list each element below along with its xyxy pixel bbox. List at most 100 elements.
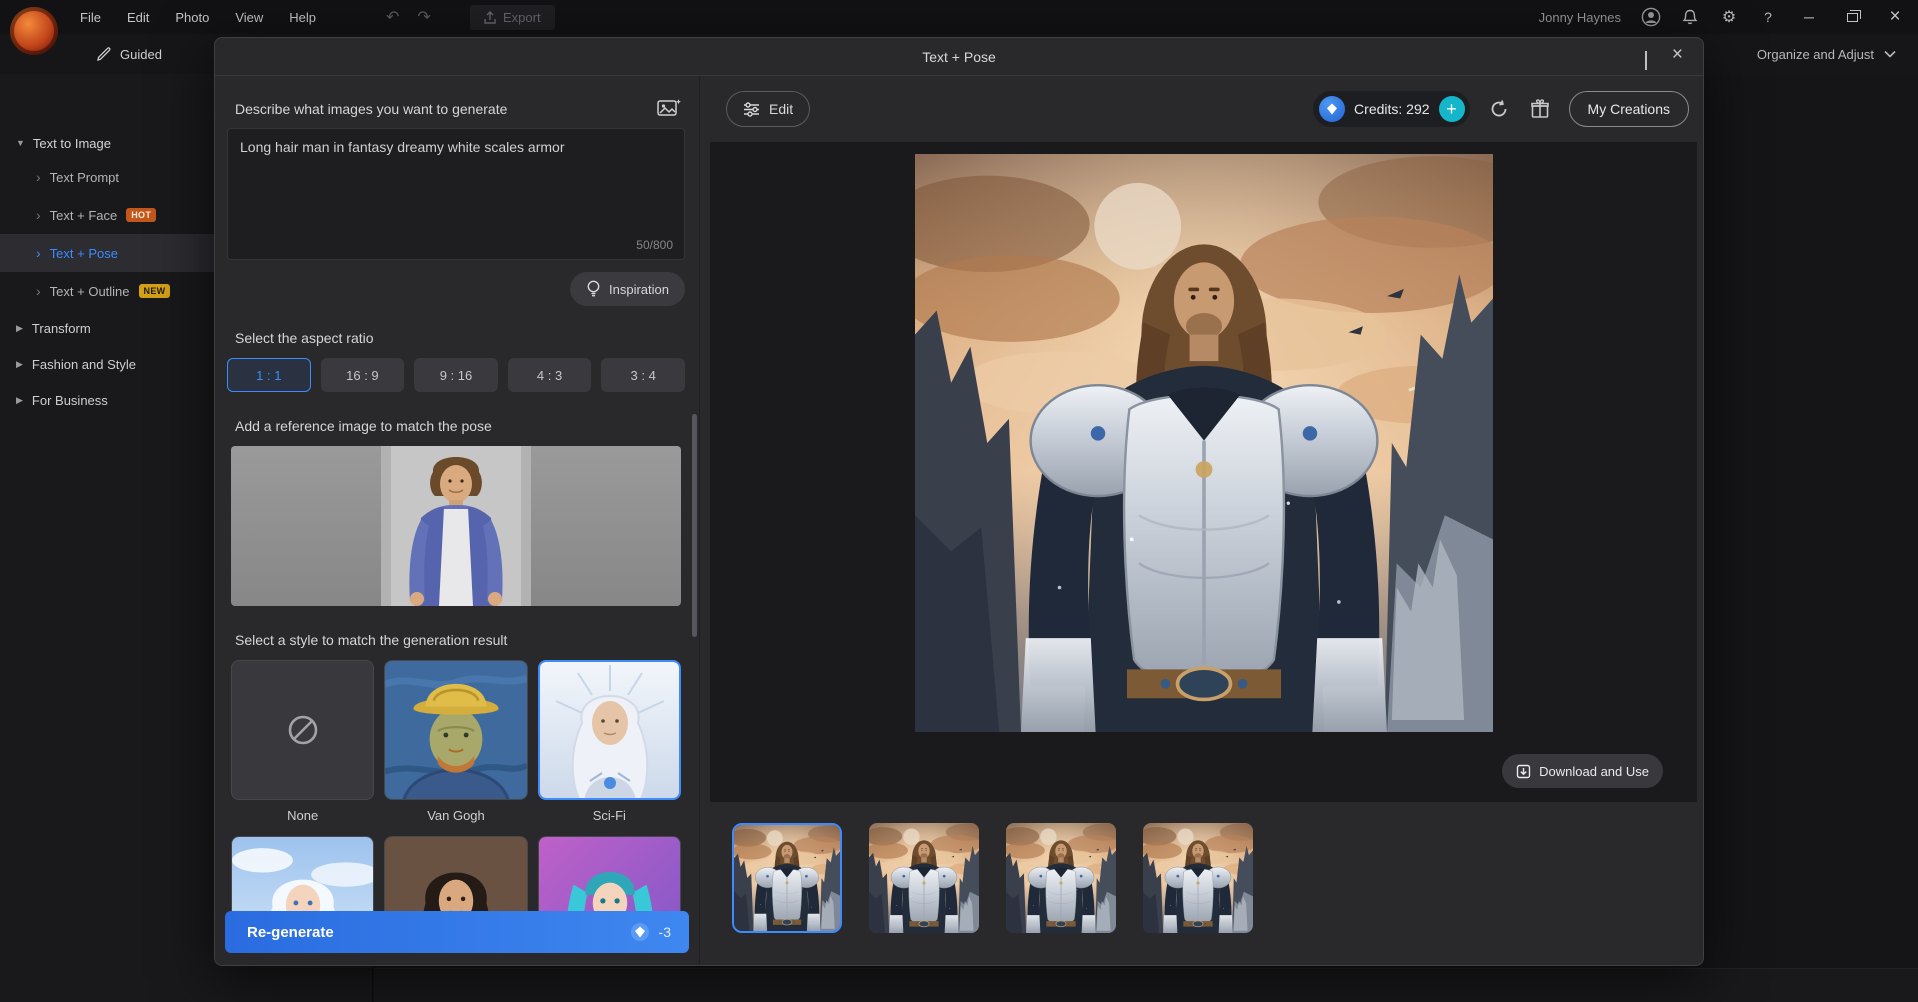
guided-mode-button[interactable]: Guided	[96, 34, 162, 74]
aspect-ratio-group: 1 : 1 16 : 9 9 : 16 4 : 3 3 : 4	[227, 358, 685, 392]
aspect-16-9-button[interactable]: 16 : 9	[321, 358, 405, 392]
export-icon	[484, 11, 496, 24]
help-icon[interactable]: ?	[1757, 6, 1779, 28]
guided-pen-icon	[96, 46, 112, 62]
style-name: None	[231, 808, 374, 823]
prompt-input[interactable]: Long hair man in fantasy dreamy white sc…	[227, 128, 685, 260]
maximize-icon	[1645, 51, 1647, 70]
menu-bar: File Edit Photo View Help	[80, 0, 316, 34]
chevron-right-icon: ›	[36, 207, 41, 223]
my-creations-button[interactable]: My Creations	[1569, 91, 1689, 127]
sci-fi-thumbnail	[540, 662, 679, 798]
gift-icon[interactable]	[1528, 97, 1552, 121]
dialog-titlebar[interactable]: Text + Pose	[215, 38, 1703, 76]
menu-view[interactable]: View	[235, 10, 263, 25]
style-card-van-gogh[interactable]: Van Gogh	[384, 660, 527, 823]
thumbnail-4[interactable]	[1143, 823, 1253, 933]
redo-icon[interactable]: ↷	[417, 7, 430, 27]
export-button[interactable]: Export	[470, 5, 555, 30]
prompt-input-wrapper: Long hair man in fantasy dreamy white sc…	[227, 128, 685, 260]
van-gogh-thumbnail	[385, 661, 526, 799]
download-and-use-button[interactable]: Download and Use	[1502, 754, 1663, 788]
thumbnail-3[interactable]	[1006, 823, 1116, 933]
guided-label: Guided	[120, 47, 162, 62]
aspect-9-16-button[interactable]: 9 : 16	[414, 358, 498, 392]
aspect-3-4-button[interactable]: 3 : 4	[601, 358, 685, 392]
sidebar-root-label: Text to Image	[33, 136, 111, 151]
edit-button[interactable]: Edit	[726, 91, 810, 127]
none-icon	[283, 710, 323, 750]
my-creations-label: My Creations	[1588, 101, 1670, 117]
sidebar-section-label: For Business	[32, 393, 108, 408]
dialog-maximize-button[interactable]	[1645, 52, 1647, 70]
pose-reference-image[interactable]	[231, 446, 681, 606]
regenerate-label: Re-generate	[247, 924, 334, 941]
sidebar-item-label: Text + Face	[50, 208, 118, 223]
collapsed-icon: ▶	[16, 323, 23, 334]
prompt-label: Describe what images you want to generat…	[235, 101, 507, 117]
sidebar-item-label: Text Prompt	[50, 170, 119, 185]
thumbnail-1[interactable]	[732, 823, 842, 933]
add-image-icon[interactable]	[657, 98, 681, 119]
download-label: Download and Use	[1539, 764, 1649, 779]
menu-edit[interactable]: Edit	[127, 10, 149, 25]
notifications-bell-icon[interactable]	[1679, 6, 1701, 28]
hot-badge: HOT	[126, 208, 156, 222]
settings-gear-icon[interactable]: ⚙	[1718, 6, 1740, 28]
new-badge: NEW	[139, 284, 171, 298]
inspiration-button[interactable]: Inspiration	[570, 272, 685, 306]
sidebar-item-label: Text + Pose	[50, 246, 118, 261]
style-card-row: None Van Gogh Sci-Fi	[231, 660, 681, 823]
inspiration-bulb-icon	[586, 280, 601, 298]
panel-scrollbar[interactable]	[692, 414, 697, 637]
organize-label: Organize and Adjust	[1757, 47, 1874, 62]
app-logo	[10, 7, 58, 55]
chevron-down-icon	[1884, 50, 1896, 58]
regenerate-button[interactable]: Re-generate -3	[225, 911, 689, 953]
download-icon	[1516, 764, 1531, 779]
style-select-label: Select a style to match the generation r…	[235, 632, 507, 648]
pose-reference-label: Add a reference image to match the pose	[235, 418, 492, 434]
restore-button[interactable]	[1839, 4, 1865, 30]
export-label: Export	[503, 10, 541, 25]
refresh-icon[interactable]	[1487, 97, 1511, 121]
add-credits-button[interactable]: +	[1439, 96, 1465, 122]
organize-and-adjust-dropdown[interactable]: Organize and Adjust	[1757, 34, 1896, 74]
chevron-right-icon: ›	[36, 169, 41, 185]
menu-photo[interactable]: Photo	[175, 10, 209, 25]
credits-pill[interactable]: Credits: 292 +	[1313, 91, 1469, 127]
style-name: Van Gogh	[384, 808, 527, 823]
pose-reference-photo	[381, 446, 531, 606]
aspect-ratio-label: Select the aspect ratio	[235, 330, 374, 346]
menu-file[interactable]: File	[80, 10, 101, 25]
close-button[interactable]: ×	[1882, 4, 1908, 30]
chevron-right-icon: ›	[36, 283, 41, 299]
edit-label: Edit	[769, 101, 793, 117]
user-avatar-icon[interactable]	[1640, 6, 1662, 28]
user-name[interactable]: Jonny Haynes	[1539, 10, 1621, 25]
image-viewer: Download and Use	[710, 142, 1697, 802]
style-name: Sci-Fi	[538, 808, 681, 823]
workspace-footer	[374, 968, 1918, 1002]
dialog-title: Text + Pose	[922, 49, 996, 65]
minimize-button[interactable]: ─	[1796, 4, 1822, 30]
menu-help[interactable]: Help	[289, 10, 316, 25]
aspect-4-3-button[interactable]: 4 : 3	[508, 358, 592, 392]
dialog-close-button[interactable]: ×	[1672, 44, 1683, 66]
style-card-sci-fi[interactable]: Sci-Fi	[538, 660, 681, 823]
result-thumbnails	[732, 823, 1253, 933]
expand-icon: ▼	[16, 138, 25, 148]
chevron-right-icon: ›	[36, 245, 41, 261]
aspect-1-1-button[interactable]: 1 : 1	[227, 358, 311, 392]
style-card-none[interactable]: None	[231, 660, 374, 823]
undo-icon[interactable]: ↶	[386, 7, 399, 27]
sidebar-section-label: Transform	[32, 321, 91, 336]
restore-icon	[1847, 13, 1858, 22]
collapsed-icon: ▶	[16, 359, 23, 370]
app-titlebar: File Edit Photo View Help ↶ ↷ Export Jon…	[0, 0, 1918, 34]
credit-diamond-icon	[630, 922, 650, 942]
thumbnail-2[interactable]	[869, 823, 979, 933]
text-pose-dialog: Text + Pose × Describe what images you w…	[214, 37, 1704, 966]
generated-image[interactable]	[914, 154, 1494, 732]
credit-diamond-icon	[1319, 96, 1345, 122]
